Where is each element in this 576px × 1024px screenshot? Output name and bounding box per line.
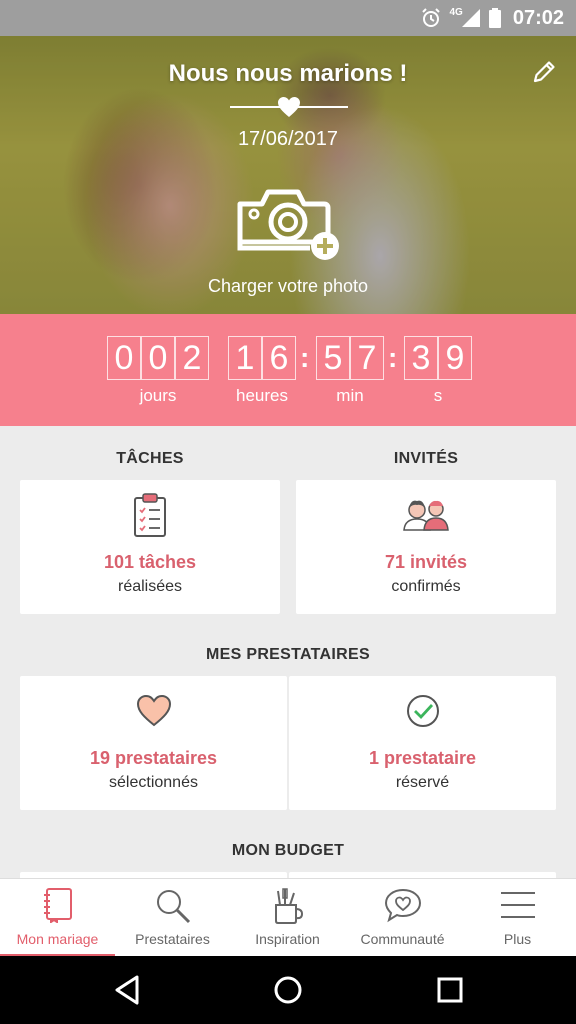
chat-heart-icon (384, 888, 421, 923)
signal-icon (461, 9, 480, 27)
tab-label: Plus (503, 931, 532, 947)
pencil-cup-icon (274, 888, 303, 924)
time-separator: : (300, 342, 310, 373)
checklist-icon (134, 493, 166, 537)
min-digit-2: 7 (350, 336, 384, 380)
edit-icon[interactable] (530, 58, 558, 86)
days-label: jours (139, 386, 177, 405)
tab-label: Communauté (360, 931, 445, 947)
status-bar: 4G 07:02 (0, 0, 576, 36)
upload-photo-label[interactable]: Charger votre photo (0, 276, 576, 297)
guests-card[interactable]: 71 invités confirmés (296, 480, 556, 614)
budget-title: MON BUDGET (231, 842, 345, 859)
days-digit-1: 0 (107, 336, 141, 380)
vendors-booked-sub: réservé (395, 774, 450, 791)
recents-icon[interactable] (433, 973, 467, 1007)
guests-title: INVITÉS (393, 450, 459, 467)
battery-icon (488, 8, 501, 28)
hours-label: heures (236, 386, 288, 405)
hours-digit-2: 6 (262, 336, 296, 380)
tasks-count: 101 tâches (103, 552, 197, 572)
vendors-title: MES PRESTATAIRES (206, 646, 370, 663)
sec-digit-1: 3 (404, 336, 438, 380)
tab-communaute[interactable]: Communauté (345, 879, 460, 957)
guests-couple-icon (403, 500, 449, 531)
menu-icon (500, 892, 535, 918)
vendors-booked-card[interactable]: 1 prestataire réservé (289, 676, 556, 810)
guests-sub: confirmés (391, 578, 461, 595)
tab-prestataires[interactable]: Prestataires (115, 879, 230, 957)
hero-title: Nous nous marions ! (168, 60, 408, 87)
sec-label: s (433, 386, 443, 405)
notebook-icon (43, 888, 72, 923)
tab-plus[interactable]: Plus (460, 879, 575, 957)
clock: 07:02 (512, 6, 564, 29)
system-nav-bar (0, 956, 576, 1024)
min-digit-1: 5 (316, 336, 350, 380)
hero-photo-area: Nous nous marions ! 17/06/2017 Charger v… (0, 36, 576, 314)
days-digit-3: 2 (175, 336, 209, 380)
alarm-icon (421, 8, 440, 27)
heart-icon (136, 694, 171, 727)
search-icon (156, 890, 190, 924)
heart-icon (278, 97, 300, 117)
tasks-title: TÂCHES (116, 450, 184, 467)
tab-label: Prestataires (135, 931, 210, 947)
camera-add-icon[interactable] (236, 186, 342, 264)
heart-divider (230, 96, 348, 118)
bottom-tab-bar: Mon mariage Prestataires Inspiration Com… (0, 878, 576, 957)
time-separator: : (388, 342, 398, 373)
tasks-card[interactable]: 101 tâches réalisées (20, 480, 280, 614)
countdown-banner: 0 0 2 1 6 : 5 7 : 3 9 jours heures min s (0, 314, 576, 426)
vendors-selected-card[interactable]: 19 prestataires sélectionnés (20, 676, 287, 810)
network-type: 4G (449, 6, 463, 18)
vendors-selected-sub: sélectionnés (109, 774, 198, 791)
tab-mon-mariage[interactable]: Mon mariage (0, 879, 115, 957)
guests-count: 71 invités (384, 552, 468, 572)
tab-label: Inspiration (255, 931, 320, 947)
days-digit-2: 0 (141, 336, 175, 380)
check-circle-icon (406, 695, 439, 727)
sec-digit-2: 9 (438, 336, 472, 380)
vendors-booked-count: 1 prestataire (368, 748, 477, 768)
back-icon[interactable] (110, 973, 144, 1007)
tasks-sub: réalisées (117, 578, 183, 595)
vendors-selected-count: 19 prestataires (89, 748, 218, 768)
tab-inspiration[interactable]: Inspiration (230, 879, 345, 957)
wedding-date: 17/06/2017 (237, 128, 339, 150)
home-icon[interactable] (271, 973, 305, 1007)
tab-label: Mon mariage (16, 931, 99, 947)
min-label: min (336, 386, 364, 405)
hours-digit-1: 1 (228, 336, 262, 380)
